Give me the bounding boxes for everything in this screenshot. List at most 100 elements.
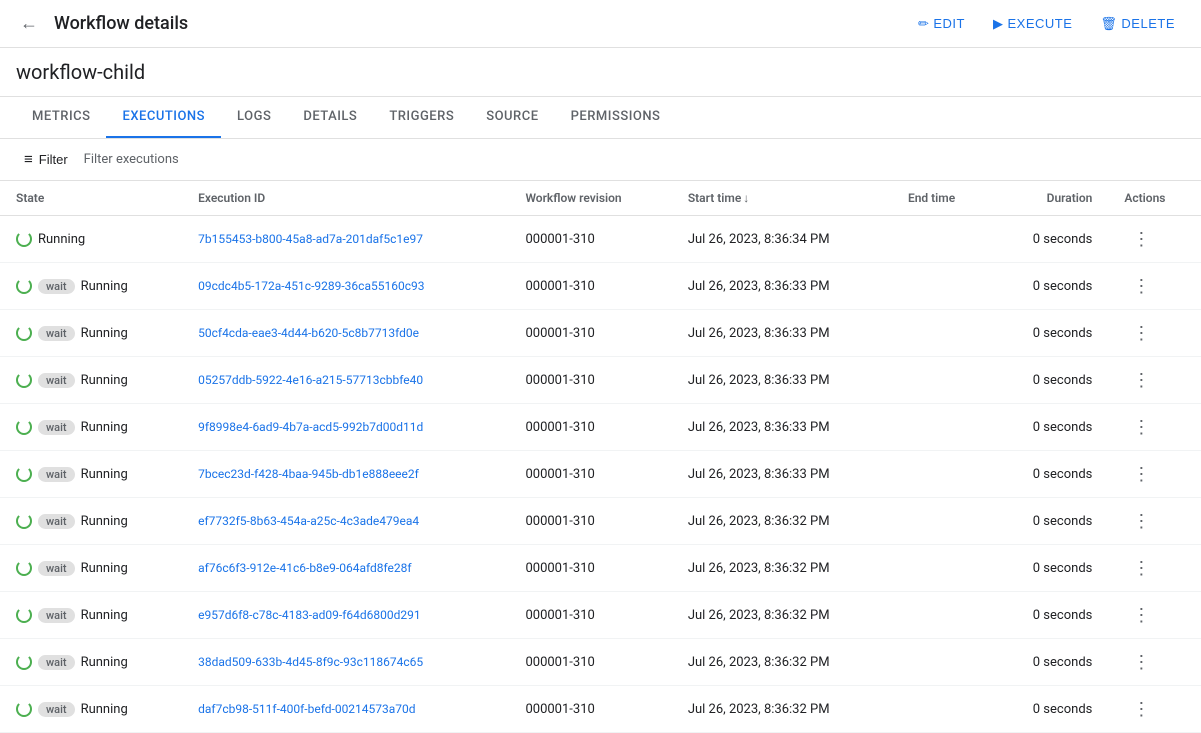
cell-start-time: Jul 26, 2023, 8:36:34 PM [672,216,892,263]
cell-duration: 0 seconds [992,592,1108,639]
cell-workflow-revision: 000001-310 [509,545,671,592]
wait-badge: wait [38,514,75,529]
cell-start-time: Jul 26, 2023, 8:36:32 PM [672,545,892,592]
cell-actions: ⋮ [1108,545,1201,592]
filter-button[interactable]: ≡ Filter [16,147,76,172]
cell-execution-id: 05257ddb-5922-4e16-a215-57713cbbfe40 [182,357,509,404]
cell-duration: 0 seconds [992,639,1108,686]
tab-source[interactable]: SOURCE [470,97,554,138]
table-row: waitRunning e957d6f8-c78c-4183-ad09-f64d6… [0,592,1201,639]
cell-end-time [892,639,992,686]
col-header-start-time[interactable]: Start time ↓ [672,181,892,216]
header: ← Workflow details ✏ EDIT ▶ EXECUTE 🗑 DE… [0,0,1201,48]
cell-end-time [892,310,992,357]
state-label: Running [81,608,128,623]
execute-icon: ▶ [993,16,1004,32]
execute-button[interactable]: ▶ EXECUTE [983,10,1082,38]
execution-id-link[interactable]: 9f8998e4-6ad9-4b7a-acd5-992b7d00d11d [198,420,423,434]
more-actions-button[interactable]: ⋮ [1124,555,1158,581]
state-label: Running [81,467,128,482]
cell-workflow-revision: 000001-310 [509,639,671,686]
edit-button[interactable]: ✏ EDIT [908,10,975,38]
cell-workflow-revision: 000001-310 [509,216,671,263]
table-row: waitRunning 38dad509-633b-4d45-8f9c-93c11… [0,639,1201,686]
execution-id-link[interactable]: 38dad509-633b-4d45-8f9c-93c118674c65 [198,655,423,669]
execution-id-link[interactable]: 05257ddb-5922-4e16-a215-57713cbbfe40 [198,373,423,387]
cell-duration: 0 seconds [992,451,1108,498]
wait-badge: wait [38,373,75,388]
cell-start-time: Jul 26, 2023, 8:36:33 PM [672,451,892,498]
cell-actions: ⋮ [1108,263,1201,310]
tab-metrics[interactable]: METRICS [16,97,106,138]
table-row: wait Running 7bcec23d-f428-4baa-945b-db1e8… [0,451,1201,498]
tab-permissions[interactable]: PERMISSIONS [555,97,677,138]
tab-logs[interactable]: LOGS [221,97,287,138]
cell-execution-id: af76c6f3-912e-41c6-b8e9-064afd8fe28f [182,545,509,592]
more-actions-button[interactable]: ⋮ [1124,414,1158,440]
state-label: Running [81,514,128,529]
more-actions-button[interactable]: ⋮ [1124,649,1158,675]
execution-id-link[interactable]: 50cf4cda-eae3-4d44-b620-5c8b7713fd0e [198,326,419,340]
cell-duration: 0 seconds [992,498,1108,545]
more-actions-button[interactable]: ⋮ [1124,320,1158,346]
execution-id-link[interactable]: e957d6f8-c78c-4183-ad09-f64d6800d291 [198,608,421,622]
cell-workflow-revision: 000001-310 [509,263,671,310]
state-label: Running [81,561,128,576]
cell-start-time: Jul 26, 2023, 8:36:33 PM [672,357,892,404]
cell-state: waitRunning [0,639,182,686]
cell-state: waitRunning [0,404,182,451]
execution-id-link[interactable]: daf7cb98-511f-400f-befd-00214573a70d [198,702,415,716]
execution-id-link[interactable]: 09cdc4b5-172a-451c-9289-36ca55160c93 [198,279,424,293]
execution-id-link[interactable]: ef7732f5-8b63-454a-a25c-4c3ade479ea4 [198,514,419,528]
table-row: Running7b155453-b800-45a8-ad7a-201daf5c1… [0,216,1201,263]
filter-bar: ≡ Filter Filter executions [0,139,1201,181]
executions-table-wrapper: State Execution ID Workflow revision Sta… [0,181,1201,733]
cell-start-time: Jul 26, 2023, 8:36:33 PM [672,310,892,357]
more-actions-button[interactable]: ⋮ [1124,461,1158,487]
cell-state: wait Running [0,545,182,592]
tab-details[interactable]: DETAILS [287,97,373,138]
cell-actions: ⋮ [1108,686,1201,733]
cell-execution-id: 09cdc4b5-172a-451c-9289-36ca55160c93 [182,263,509,310]
more-actions-button[interactable]: ⋮ [1124,367,1158,393]
tab-executions[interactable]: EXECUTIONS [106,97,221,138]
table-row: wait Running ef7732f5-8b63-454a-a25c-4c3ad… [0,498,1201,545]
cell-duration: 0 seconds [992,545,1108,592]
filter-placeholder: Filter executions [84,152,179,167]
more-actions-button[interactable]: ⋮ [1124,508,1158,534]
col-header-end-time: End time [892,181,992,216]
cell-end-time [892,498,992,545]
delete-icon: 🗑 [1100,16,1117,32]
wait-badge: wait [38,326,75,341]
cell-end-time [892,263,992,310]
more-actions-button[interactable]: ⋮ [1124,226,1158,252]
execution-id-link[interactable]: 7b155453-b800-45a8-ad7a-201daf5c1e97 [198,232,423,246]
back-button[interactable]: ← [16,9,42,38]
delete-button[interactable]: 🗑 DELETE [1090,10,1185,38]
page-title: Workflow details [54,13,896,34]
cell-end-time [892,216,992,263]
more-actions-button[interactable]: ⋮ [1124,696,1158,722]
more-actions-button[interactable]: ⋮ [1124,602,1158,628]
execution-id-link[interactable]: 7bcec23d-f428-4baa-945b-db1e888eee2f [198,467,419,481]
filter-icon: ≡ [24,151,33,168]
cell-state: waitRunning [0,592,182,639]
cell-execution-id: 50cf4cda-eae3-4d44-b620-5c8b7713fd0e [182,310,509,357]
col-header-state: State [0,181,182,216]
table-row: waitRunning 9f8998e4-6ad9-4b7a-acd5-992b7… [0,404,1201,451]
executions-table: State Execution ID Workflow revision Sta… [0,181,1201,733]
tab-triggers[interactable]: TRIGGERS [373,97,470,138]
wait-badge: wait [38,467,75,482]
cell-workflow-revision: 000001-310 [509,310,671,357]
table-row: waitRunning09cdc4b5-172a-451c-9289-36ca5… [0,263,1201,310]
cell-end-time [892,686,992,733]
cell-end-time [892,357,992,404]
more-actions-button[interactable]: ⋮ [1124,273,1158,299]
cell-start-time: Jul 26, 2023, 8:36:32 PM [672,592,892,639]
execution-id-link[interactable]: af76c6f3-912e-41c6-b8e9-064afd8fe28f [198,561,411,575]
wait-badge: wait [38,561,75,576]
cell-execution-id: 7bcec23d-f428-4baa-945b-db1e888eee2f [182,451,509,498]
cell-duration: 0 seconds [992,216,1108,263]
table-row: waitRunning05257ddb-5922-4e16-a215-57713… [0,357,1201,404]
table-row: wait Running af76c6f3-912e-41c6-b8e9-064af… [0,545,1201,592]
